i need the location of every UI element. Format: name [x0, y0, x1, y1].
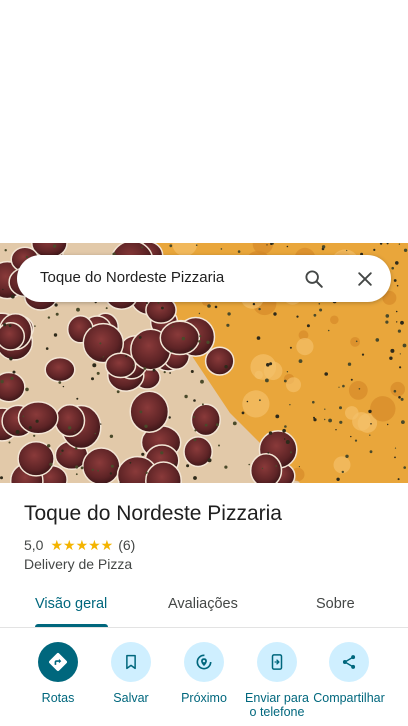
search-icon[interactable] [301, 266, 327, 292]
nearby-button[interactable]: Próximo [166, 642, 242, 705]
review-count[interactable]: (6) [118, 537, 135, 553]
share-button[interactable]: Compartilhar [311, 642, 387, 705]
rating-value: 5,0 [24, 537, 44, 553]
tab-bar: Visão geral Avaliações Sobre [0, 588, 408, 628]
send-to-phone-icon [257, 642, 297, 682]
place-title: Toque do Nordeste Pizzaria [24, 502, 282, 525]
save-label: Salvar [113, 691, 149, 705]
nearby-label: Próximo [181, 691, 227, 705]
active-tab-indicator [35, 624, 108, 627]
send-to-phone-label: Enviar para o telefone [245, 691, 309, 719]
rating-row[interactable]: 5,0 ★★★★★ (6) [24, 536, 135, 554]
search-query-text[interactable]: Toque do Nordeste Pizzaria [40, 269, 224, 286]
star-rating-icon: ★★★★★ [50, 536, 114, 553]
search-bar[interactable]: Toque do Nordeste Pizzaria [17, 255, 391, 302]
directions-button[interactable]: Rotas [20, 642, 96, 705]
close-icon[interactable] [352, 266, 378, 292]
tab-overview[interactable]: Visão geral [35, 596, 107, 612]
tab-about[interactable]: Sobre [316, 596, 355, 612]
map-area[interactable] [0, 0, 408, 243]
place-category[interactable]: Delivery de Pizza [24, 556, 132, 572]
directions-label: Rotas [41, 691, 75, 705]
directions-icon [38, 642, 78, 682]
send-to-phone-button[interactable]: Enviar para o telefone [239, 642, 315, 719]
share-label: Compartilhar [313, 691, 385, 705]
share-icon [329, 642, 369, 682]
action-buttons-row: Rotas Salvar Próximo Enviar para o telef… [0, 640, 408, 726]
tab-reviews[interactable]: Avaliações [168, 596, 238, 612]
bookmark-icon [111, 642, 151, 682]
nearby-icon [184, 642, 224, 682]
save-button[interactable]: Salvar [93, 642, 169, 705]
